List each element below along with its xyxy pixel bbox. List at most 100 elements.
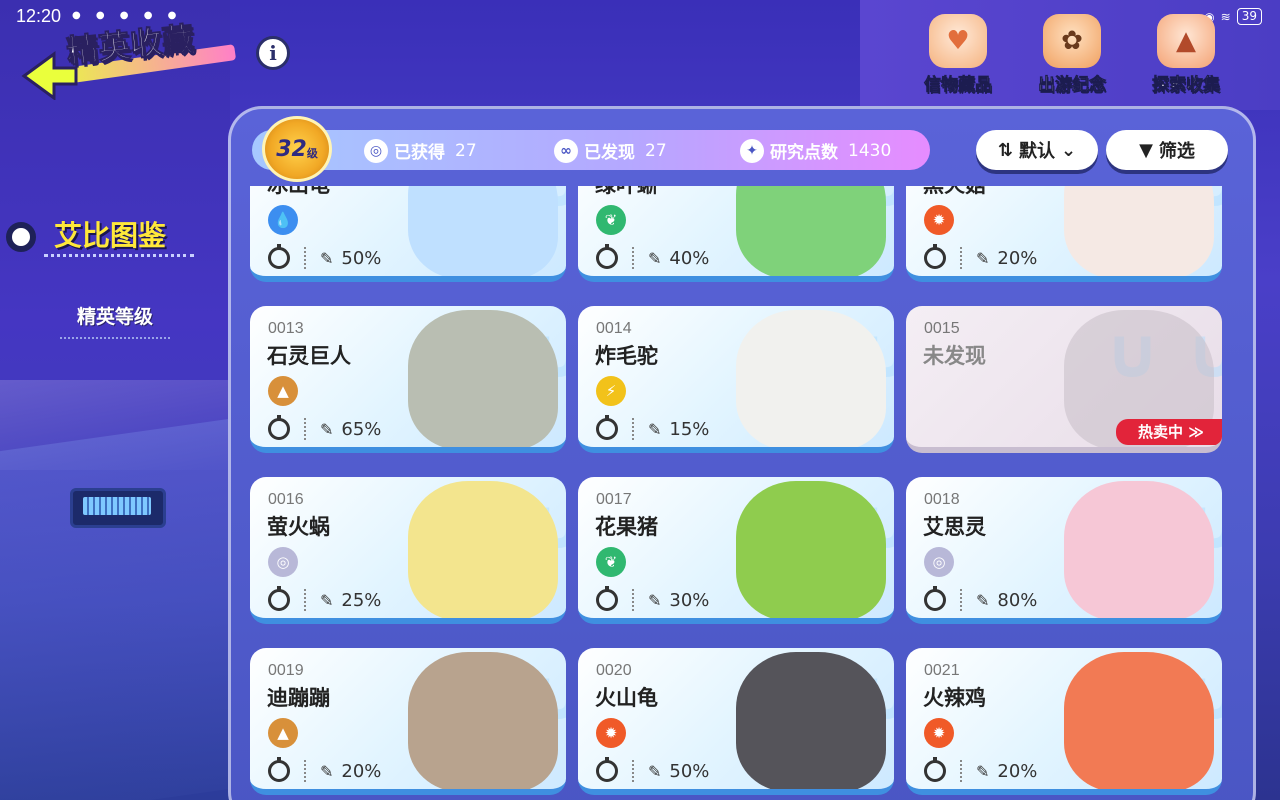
stat-research: ✦ 研究点数 1430 bbox=[740, 138, 891, 163]
sidebar-active-label: 艾比图鉴 bbox=[54, 219, 167, 252]
lightbulb-icon: ✎ bbox=[976, 590, 990, 610]
stat-label: 已发现 bbox=[584, 143, 635, 163]
research-progress: 20% bbox=[341, 760, 382, 782]
divider bbox=[632, 589, 634, 611]
pal-card[interactable]: ∪ ∪ 0015 未发现 热卖中 ≫ bbox=[906, 306, 1222, 453]
pal-name: 石灵巨人 bbox=[267, 344, 351, 368]
binoculars-icon: ∞ bbox=[554, 138, 578, 163]
lightbulb-icon: ✎ bbox=[320, 761, 334, 781]
card-footer: ✎ 25% bbox=[268, 586, 382, 611]
stat-value: 1430 bbox=[848, 140, 892, 161]
pal-image bbox=[1064, 481, 1214, 618]
pal-number: 0013 bbox=[268, 320, 304, 337]
card-footer: ✎ 15% bbox=[596, 415, 710, 440]
element-type-icon: ✹ bbox=[596, 718, 626, 748]
divider bbox=[960, 247, 962, 269]
battery-indicator: 39 bbox=[1236, 8, 1262, 25]
pal-name: 花果猪 bbox=[595, 515, 658, 539]
top-nav-explore[interactable]: ▲ 探索收集 bbox=[1144, 14, 1228, 95]
pal-name: 火山龟 bbox=[595, 686, 658, 710]
research-progress: 30% bbox=[669, 589, 710, 611]
card-footer: ✎ 50% bbox=[596, 757, 709, 782]
card-footer: ✎ 30% bbox=[596, 586, 710, 611]
pal-image bbox=[408, 652, 558, 789]
pal-card[interactable]: ∪ ∪ 0014 炸毛驼 ⚡ ✎ 15% bbox=[578, 306, 894, 453]
pal-card[interactable]: ∪ ∪ 0019 迪蹦蹦 ▲ ✎ 20% bbox=[250, 648, 566, 795]
pal-grid-viewport[interactable]: ∪ ∪ 冰山龟 💧 ✎ 50% ∪ ∪ 绿叶蜥 ❦ ✎ 40% ∪ ∪ 黑火菇 … bbox=[250, 186, 1234, 800]
stat-obtained: ◎ 已获得 27 bbox=[364, 138, 477, 163]
research-progress: 80% bbox=[997, 589, 1038, 611]
stat-discovered: ∞ 已发现 27 bbox=[554, 138, 667, 163]
pal-card[interactable]: ∪ ∪ 0016 萤火蜗 ◎ ✎ 25% bbox=[250, 477, 566, 624]
capture-ball-icon: ◎ bbox=[364, 138, 388, 163]
element-type-icon: ◎ bbox=[924, 547, 954, 577]
pal-name: 冰山龟 bbox=[267, 186, 330, 199]
element-type-icon: ⚡ bbox=[596, 376, 626, 406]
pal-card[interactable]: ∪ ∪ 0018 艾思灵 ◎ ✎ 80% bbox=[906, 477, 1222, 624]
divider bbox=[960, 589, 962, 611]
pal-number: 0020 bbox=[596, 662, 632, 679]
pal-name: 火辣鸡 bbox=[923, 686, 986, 710]
pal-number: 0021 bbox=[924, 662, 960, 679]
research-progress: 25% bbox=[341, 589, 382, 611]
pal-name: 未发现 bbox=[923, 344, 986, 368]
research-progress: 40% bbox=[669, 247, 710, 269]
lightbulb-icon: ✎ bbox=[648, 761, 662, 781]
divider bbox=[632, 247, 634, 269]
top-nav-outing[interactable]: ✿ 出游纪念 bbox=[1030, 14, 1114, 95]
pal-grid: ∪ ∪ 冰山龟 💧 ✎ 50% ∪ ∪ 绿叶蜥 ❦ ✎ 40% ∪ ∪ 黑火菇 … bbox=[250, 186, 1222, 795]
active-dot-icon bbox=[6, 222, 36, 252]
research-progress: 15% bbox=[669, 418, 710, 440]
hot-sale-tag[interactable]: 热卖中 ≫ bbox=[1116, 419, 1222, 445]
pal-name: 黑火菇 bbox=[923, 186, 986, 199]
divider bbox=[632, 418, 634, 440]
element-type-icon: ❦ bbox=[596, 547, 626, 577]
stopwatch-icon bbox=[596, 415, 618, 440]
divider bbox=[960, 760, 962, 782]
divider bbox=[632, 760, 634, 782]
divider bbox=[60, 337, 170, 339]
element-type-icon: ▲ bbox=[268, 376, 298, 406]
sidebar-item-pokedex[interactable]: 艾比图鉴 bbox=[0, 206, 220, 266]
stat-label: 研究点数 bbox=[770, 143, 838, 163]
divider bbox=[304, 418, 306, 440]
pal-card[interactable]: ∪ ∪ 0017 花果猪 ❦ ✎ 30% bbox=[578, 477, 894, 624]
element-type-icon: ✹ bbox=[924, 718, 954, 748]
pal-number: 0016 bbox=[268, 491, 304, 508]
lightbulb-icon: ✎ bbox=[976, 761, 990, 781]
top-nav: ♥ 信物藏品 ✿ 出游纪念 ▲ 探索收集 bbox=[916, 14, 1228, 95]
pal-card[interactable]: ∪ ∪ 冰山龟 💧 ✎ 50% bbox=[250, 186, 566, 282]
heart-badge-icon: ♥ bbox=[929, 14, 987, 68]
pal-card[interactable]: ∪ ∪ 0013 石灵巨人 ▲ ✎ 65% bbox=[250, 306, 566, 453]
sidebar-item-elite-level[interactable]: 精英等级 bbox=[60, 302, 170, 339]
lightbulb-icon: ✎ bbox=[648, 248, 662, 268]
sort-button[interactable]: ⇅ 默认 ⌄ bbox=[976, 130, 1098, 170]
pal-image bbox=[736, 481, 886, 618]
filter-button[interactable]: ▼ 筛选 bbox=[1106, 130, 1228, 170]
card-footer: ✎ 40% bbox=[596, 244, 710, 269]
element-type-icon: ✹ bbox=[924, 205, 954, 235]
stopwatch-icon bbox=[268, 244, 290, 269]
sort-label: 默认 bbox=[1019, 141, 1055, 162]
stopwatch-icon bbox=[596, 757, 618, 782]
pal-card[interactable]: ∪ ∪ 绿叶蜥 ❦ ✎ 40% bbox=[578, 186, 894, 282]
card-footer: ✎ 20% bbox=[924, 244, 1037, 269]
element-type-icon: ▲ bbox=[268, 718, 298, 748]
lightbulb-icon: ✎ bbox=[976, 248, 990, 268]
stopwatch-icon bbox=[924, 757, 946, 782]
pal-number: 0019 bbox=[268, 662, 304, 679]
pal-card[interactable]: ∪ ∪ 黑火菇 ✹ ✎ 20% bbox=[906, 186, 1222, 282]
pal-image bbox=[1064, 652, 1214, 789]
pal-card[interactable]: ∪ ∪ 0021 火辣鸡 ✹ ✎ 20% bbox=[906, 648, 1222, 795]
research-progress: 50% bbox=[341, 247, 382, 269]
stopwatch-icon bbox=[596, 244, 618, 269]
chevron-down-icon: ⌄ bbox=[1061, 139, 1077, 161]
pal-card[interactable]: ∪ ∪ 0020 火山龟 ✹ ✎ 50% bbox=[578, 648, 894, 795]
lightbulb-icon: ✎ bbox=[320, 419, 334, 439]
info-button[interactable]: i bbox=[256, 36, 290, 70]
top-nav-keepsakes[interactable]: ♥ 信物藏品 bbox=[916, 14, 1000, 95]
pal-image bbox=[408, 310, 558, 447]
level-suffix: 级 bbox=[306, 147, 318, 160]
pal-name: 炸毛驼 bbox=[595, 344, 658, 368]
stopwatch-icon bbox=[268, 757, 290, 782]
